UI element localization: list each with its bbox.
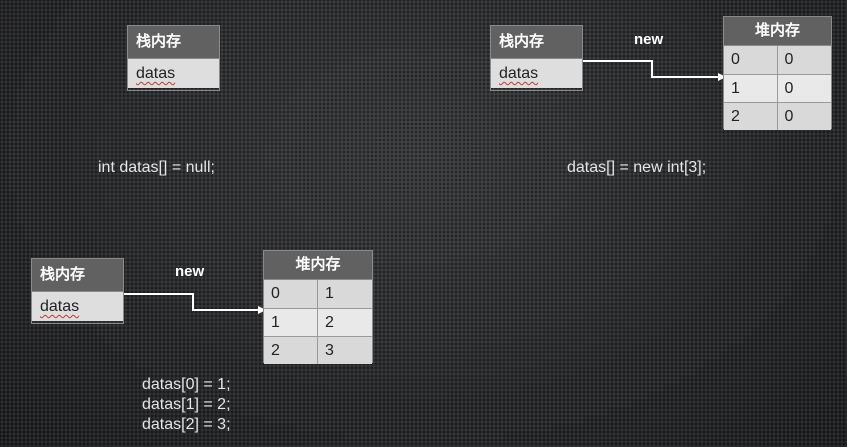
code-line-3b: datas[1] = 2; <box>142 396 231 414</box>
new-label-3: new <box>175 263 205 280</box>
heap-memory-header: 堆内存 <box>724 17 831 46</box>
code-line-1: int datas[] = null; <box>98 159 215 177</box>
heap-index-cell: 0 <box>724 46 778 74</box>
stack-memory-header: 栈内存 <box>491 26 582 59</box>
stack-memory-box-3: 栈内存 datas <box>31 258 124 324</box>
code-text: datas[2] = 3; <box>142 416 231 433</box>
code-text: datas[0] = 1; <box>142 376 231 393</box>
code-line-2: datas[] = new int[3]; <box>567 159 706 177</box>
heap-array-table: 0 1 1 2 2 3 <box>264 280 372 364</box>
heap-value-cell: 0 <box>777 102 831 130</box>
heap-value-cell: 0 <box>777 46 831 74</box>
stack-variable-cell: datas <box>491 59 582 88</box>
code-text: datas[1] = 2; <box>142 396 231 413</box>
heap-index-cell: 2 <box>724 102 778 130</box>
stack-variable-cell: datas <box>32 292 123 321</box>
stack-variable-name: datas <box>136 65 176 82</box>
code-text: int datas[] = null; <box>98 159 215 176</box>
stack-variable-name: datas <box>499 65 539 82</box>
stack-memory-box-1: 栈内存 datas <box>127 25 220 91</box>
pointer-arrow-2 <box>583 60 726 81</box>
heap-memory-box-3: 堆内存 0 1 1 2 2 3 <box>263 250 373 364</box>
heap-index-cell: 1 <box>264 308 318 336</box>
stack-memory-header: 栈内存 <box>32 259 123 292</box>
heap-index-cell: 2 <box>264 336 318 364</box>
heap-memory-box-2: 堆内存 0 0 1 0 2 0 <box>723 16 832 130</box>
heap-index-cell: 1 <box>724 74 778 102</box>
heap-value-cell: 2 <box>318 308 372 336</box>
stack-memory-header: 栈内存 <box>128 26 219 59</box>
stack-variable-cell: datas <box>128 59 219 88</box>
pointer-arrow-3 <box>124 293 266 314</box>
code-line-3c: datas[2] = 3; <box>142 416 231 434</box>
heap-array-table: 0 0 1 0 2 0 <box>724 46 831 130</box>
code-text: datas[] = new int[3]; <box>567 159 707 176</box>
code-line-3a: datas[0] = 1; <box>142 376 231 394</box>
heap-value-cell: 3 <box>318 336 372 364</box>
stack-memory-box-2: 栈内存 datas <box>490 25 583 91</box>
heap-value-cell: 1 <box>318 280 372 308</box>
heap-memory-header: 堆内存 <box>264 251 372 280</box>
heap-value-cell: 0 <box>777 74 831 102</box>
stack-variable-name: datas <box>40 298 80 315</box>
heap-index-cell: 0 <box>264 280 318 308</box>
new-label-2: new <box>634 31 664 48</box>
